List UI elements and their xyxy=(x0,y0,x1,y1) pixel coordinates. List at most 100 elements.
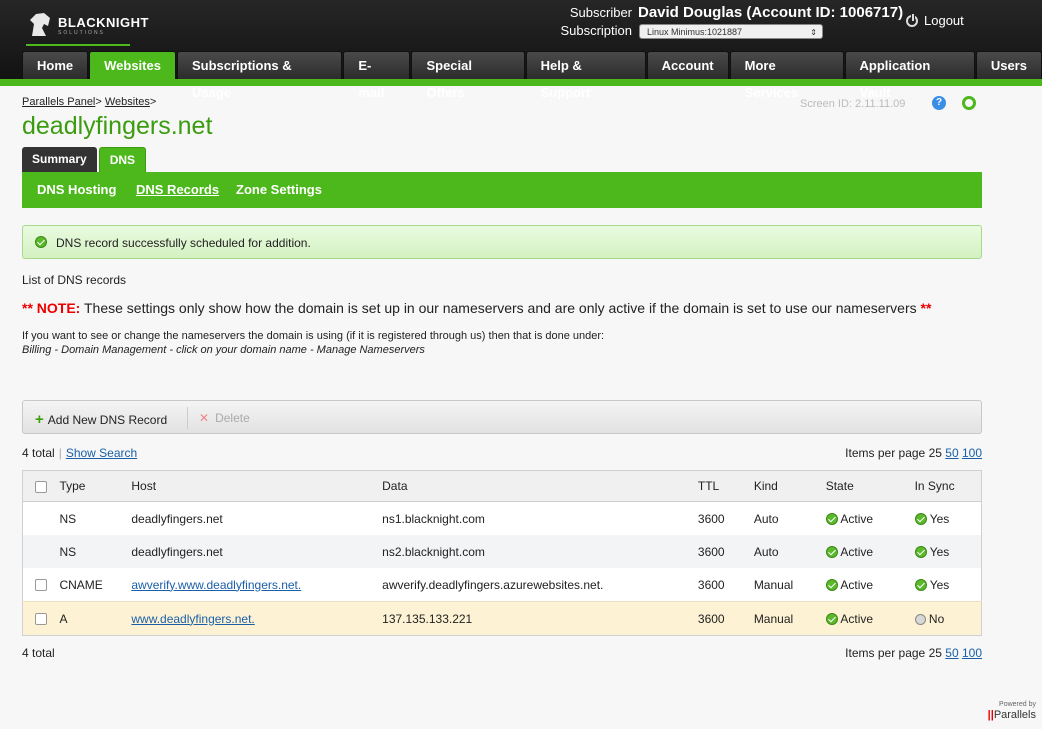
show-search-link[interactable]: Show Search xyxy=(66,446,137,460)
info-line: If you want to see or change the nameser… xyxy=(22,330,605,342)
records-toolbar: + Add New DNS Record ✕ Delete xyxy=(22,400,982,434)
dns-records-table: Type Host Data TTL Kind State In Sync NS… xyxy=(22,470,982,636)
items-per-page-label: Items per page xyxy=(845,446,926,460)
nav-tab-websites[interactable]: Websites xyxy=(89,51,176,80)
list-title: List of DNS records xyxy=(22,273,127,287)
table-row: A www.deadlyfingers.net. 137.135.133.221… xyxy=(22,601,982,636)
cell-state: Active xyxy=(840,577,874,592)
knight-icon xyxy=(30,13,50,36)
header-in-sync[interactable]: In Sync xyxy=(913,470,982,502)
items-per-page-bottom: Items per page 25 50 100 xyxy=(845,646,982,660)
header-data[interactable]: Data xyxy=(381,470,697,502)
items-per-page-50[interactable]: 50 xyxy=(945,646,958,660)
items-per-page-100[interactable]: 100 xyxy=(962,446,982,460)
note-prefix: ** NOTE: xyxy=(22,300,81,316)
header-state[interactable]: State xyxy=(824,470,914,502)
cell-kind: Auto xyxy=(752,501,825,535)
cell-state: Active xyxy=(840,611,874,626)
row-checkbox[interactable] xyxy=(34,613,47,626)
blacknight-logo[interactable]: BLACKNIGHT SOLUTIONS xyxy=(26,8,148,48)
nav-tab-users[interactable]: Users xyxy=(975,51,1042,79)
items-per-page-top: Items per page 25 50 100 xyxy=(845,446,982,460)
subnav-zone-settings[interactable]: Zone Settings xyxy=(236,172,322,208)
items-per-page-100[interactable]: 100 xyxy=(962,646,982,660)
success-message-text: DNS record successfully scheduled for ad… xyxy=(56,236,311,250)
items-per-page-label: Items per page xyxy=(845,646,926,660)
brand-name: BLACKNIGHT xyxy=(58,15,149,30)
screen-id: Screen ID: 2.11.11.09 xyxy=(800,98,906,110)
breadcrumb-websites[interactable]: Websites xyxy=(105,96,150,108)
power-icon xyxy=(906,13,918,27)
items-per-page-current: 25 xyxy=(928,446,942,460)
cell-host: deadlyfingers.net xyxy=(130,535,382,568)
top-header: BLACKNIGHT SOLUTIONS Subscriber David Do… xyxy=(0,0,1042,100)
delete-label: Delete xyxy=(215,411,250,425)
refresh-icon[interactable] xyxy=(962,96,976,110)
logout-button[interactable]: Logout xyxy=(906,13,964,28)
cell-type: NS xyxy=(58,535,131,568)
cell-sync: Yes xyxy=(929,577,950,592)
nav-tab-help-support[interactable]: Help & Support xyxy=(525,51,646,100)
powered-by-label: Powered by xyxy=(999,701,1036,708)
help-icon[interactable]: ? xyxy=(932,96,946,110)
select-arrows-icon: ⇕ xyxy=(810,28,817,37)
add-dns-record-button[interactable]: + Add New DNS Record xyxy=(35,411,167,428)
header-kind[interactable]: Kind xyxy=(752,470,825,502)
page-tabs: Summary DNS xyxy=(22,147,147,173)
note-text: These settings only show how the domain … xyxy=(80,300,921,316)
select-all-checkbox[interactable] xyxy=(34,480,47,493)
active-icon xyxy=(825,545,838,558)
toolbar-divider xyxy=(187,407,188,429)
parallels-logo[interactable]: ||Parallels xyxy=(984,709,1036,721)
subscriber-label: Subscriber xyxy=(569,5,632,20)
nav-tab-home[interactable]: Home xyxy=(22,51,89,79)
host-link[interactable]: www.deadlyfingers.net. xyxy=(131,612,254,626)
cell-ttl: 3600 xyxy=(696,568,753,602)
breadcrumb-parallels-panel[interactable]: Parallels Panel xyxy=(22,96,95,108)
cell-sync: Yes xyxy=(929,511,950,526)
tab-dns[interactable]: DNS xyxy=(98,147,147,173)
nav-tab-email[interactable]: E-mail xyxy=(343,51,411,100)
items-per-page-50[interactable]: 50 xyxy=(945,446,958,460)
brand-sub: SOLUTIONS xyxy=(58,30,105,36)
cell-host: deadlyfingers.net xyxy=(130,501,382,535)
subscription-select[interactable]: Linux Minimus:1021887 ⇕ xyxy=(639,24,823,39)
in-sync-icon xyxy=(914,545,927,558)
nav-tab-account[interactable]: Account xyxy=(646,51,729,79)
table-header-row: Type Host Data TTL Kind State In Sync xyxy=(22,470,982,502)
nav-tab-more-services[interactable]: More Services xyxy=(729,51,844,100)
subnav-dns-hosting[interactable]: DNS Hosting xyxy=(37,172,116,208)
nav-tab-application-vault[interactable]: Application Vault xyxy=(844,51,975,100)
nav-underline xyxy=(0,79,1042,86)
cell-kind: Manual xyxy=(752,601,825,636)
total-count-bottom: 4 total xyxy=(22,646,55,660)
nav-tab-special-offers[interactable]: Special Offers xyxy=(411,51,525,100)
cell-data: awverify.deadlyfingers.azurewebsites.net… xyxy=(381,568,697,602)
nav-tab-subscriptions[interactable]: Subscriptions & Usage xyxy=(176,51,343,100)
cell-data: 137.135.133.221 xyxy=(381,601,697,636)
cell-kind: Auto xyxy=(752,535,825,568)
header-ttl[interactable]: TTL xyxy=(696,470,753,502)
active-icon xyxy=(825,612,838,625)
row-checkbox[interactable] xyxy=(34,579,47,592)
add-dns-record-label: Add New DNS Record xyxy=(47,413,168,427)
host-link[interactable]: awverify.www.deadlyfingers.net. xyxy=(131,578,301,592)
total-count: 4 total xyxy=(22,446,55,460)
header-type[interactable]: Type xyxy=(58,470,131,502)
info-path: Billing - Domain Management - click on y… xyxy=(22,344,425,356)
delete-button[interactable]: ✕ Delete xyxy=(199,411,250,425)
cell-type: A xyxy=(58,601,131,636)
note-suffix: ** xyxy=(920,300,932,316)
tab-summary[interactable]: Summary xyxy=(22,147,97,172)
not-synced-icon xyxy=(914,613,926,625)
header-host[interactable]: Host xyxy=(130,470,382,502)
success-message: DNS record successfully scheduled for ad… xyxy=(22,225,982,259)
pager-top-left: 4 total | Show Search xyxy=(22,446,138,460)
cell-data: ns1.blacknight.com xyxy=(381,501,697,535)
cell-state: Active xyxy=(840,544,874,559)
subnav-dns-records[interactable]: DNS Records xyxy=(136,172,219,208)
nameserver-note: ** NOTE: These settings only show how th… xyxy=(22,300,931,316)
cell-data: ns2.blacknight.com xyxy=(381,535,697,568)
in-sync-icon xyxy=(914,512,927,525)
cell-sync: No xyxy=(928,611,945,626)
